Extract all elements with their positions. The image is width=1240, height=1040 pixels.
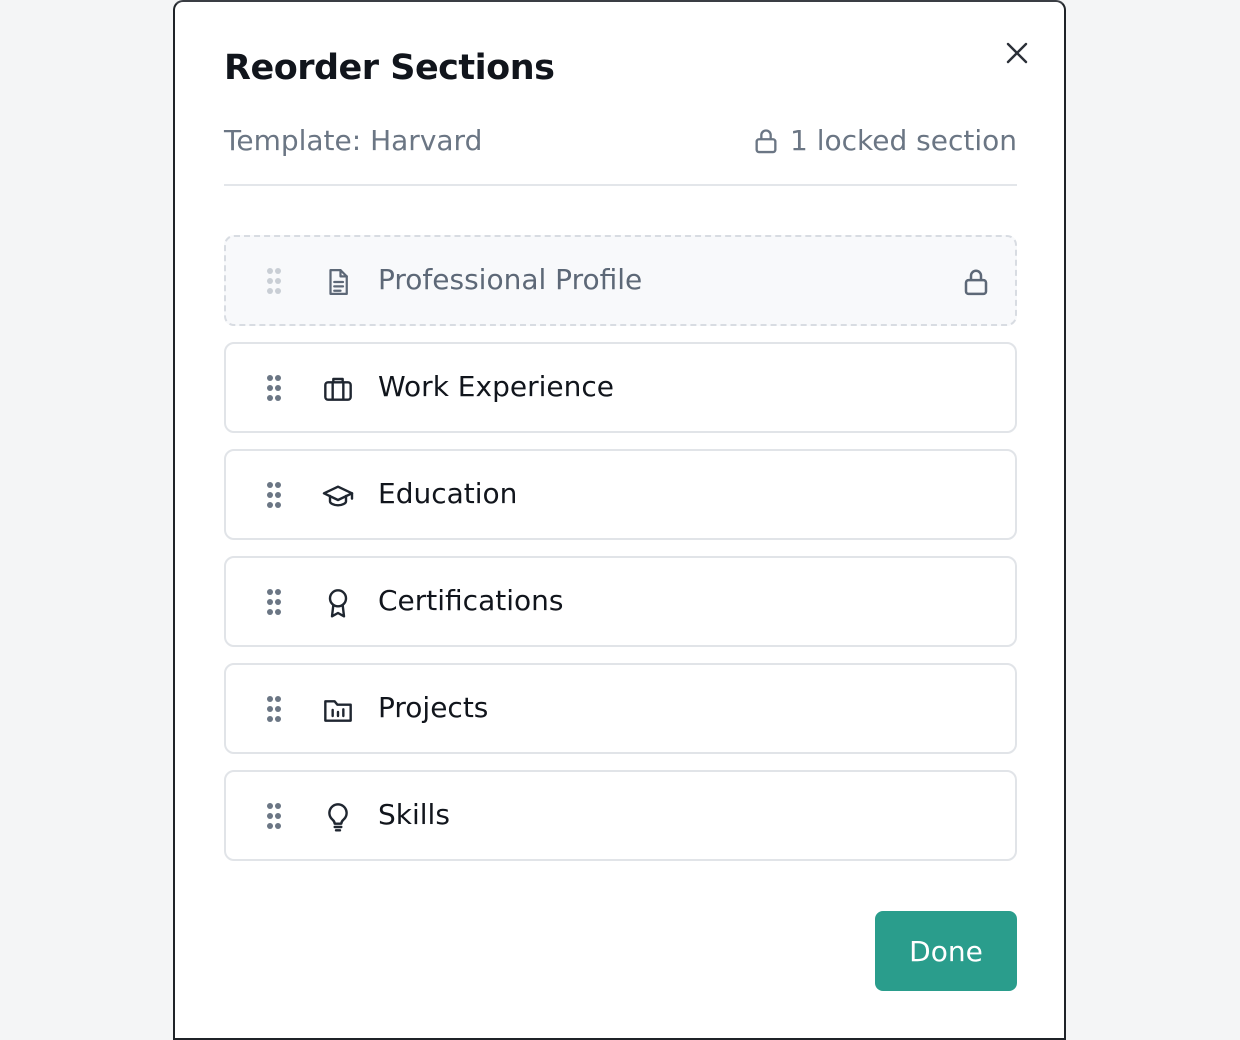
section-list: Professional Profile Work Experience Edu… bbox=[224, 235, 1017, 877]
section-label: Skills bbox=[378, 798, 450, 831]
section-row-education[interactable]: Education bbox=[224, 449, 1017, 540]
close-button[interactable] bbox=[1001, 37, 1033, 69]
briefcase-icon bbox=[321, 372, 355, 406]
modal-subheader: Template: Harvard 1 locked section bbox=[224, 122, 1017, 186]
section-label: Professional Profile bbox=[378, 263, 643, 296]
drag-handle-icon[interactable] bbox=[266, 481, 282, 509]
section-label: Education bbox=[378, 477, 518, 510]
drag-handle-icon bbox=[267, 268, 281, 294]
section-row-work-experience[interactable]: Work Experience bbox=[224, 342, 1017, 433]
section-row-certifications[interactable]: Certifications bbox=[224, 556, 1017, 647]
close-icon bbox=[1006, 42, 1028, 64]
document-icon bbox=[321, 265, 355, 299]
lightbulb-icon bbox=[321, 800, 355, 834]
drag-handle-icon[interactable] bbox=[266, 374, 282, 402]
locked-count: 1 locked section bbox=[752, 124, 1017, 157]
modal-title: Reorder Sections bbox=[224, 48, 555, 88]
section-label: Projects bbox=[378, 691, 489, 724]
locked-count-label: 1 locked section bbox=[790, 124, 1017, 157]
backdrop-right bbox=[1066, 0, 1240, 1040]
graduation-cap-icon bbox=[321, 479, 355, 513]
folder-chart-icon bbox=[321, 693, 355, 727]
lock-icon bbox=[964, 269, 988, 296]
section-row-skills[interactable]: Skills bbox=[224, 770, 1017, 861]
reorder-sections-modal: Reorder Sections Template: Harvard 1 loc… bbox=[173, 0, 1066, 1040]
section-row-professional-profile: Professional Profile bbox=[224, 235, 1017, 326]
drag-handle-icon[interactable] bbox=[266, 588, 282, 616]
lock-icon bbox=[752, 127, 780, 155]
section-label: Certifications bbox=[378, 584, 564, 617]
backdrop-left bbox=[0, 0, 174, 1040]
drag-handle-icon[interactable] bbox=[266, 695, 282, 723]
done-button[interactable]: Done bbox=[875, 911, 1017, 991]
template-label: Template: Harvard bbox=[224, 124, 483, 157]
section-row-projects[interactable]: Projects bbox=[224, 663, 1017, 754]
drag-handle-icon[interactable] bbox=[266, 802, 282, 830]
section-label: Work Experience bbox=[378, 370, 614, 403]
award-ribbon-icon bbox=[321, 586, 355, 620]
